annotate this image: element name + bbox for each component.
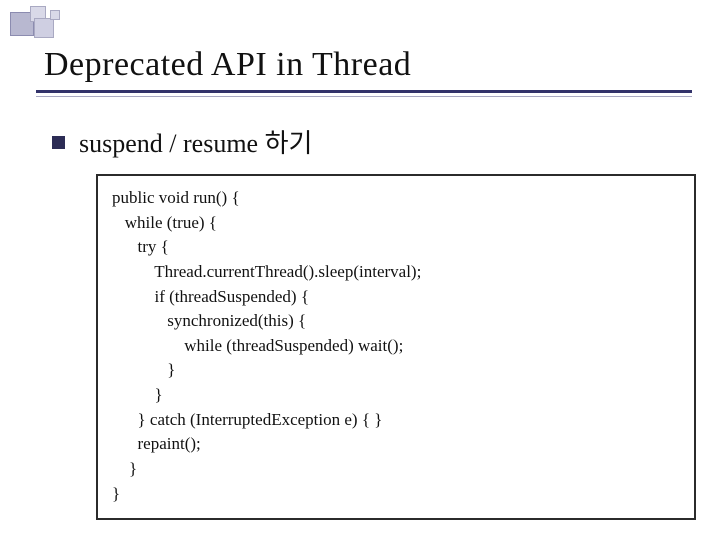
code-line: Thread.currentThread().sleep(interval); xyxy=(112,262,421,281)
code-line: public void run() { xyxy=(112,188,240,207)
rule-thin xyxy=(36,96,692,97)
code-line: synchronized(this) { xyxy=(112,311,306,330)
code-line: while (threadSuspended) wait(); xyxy=(112,336,403,355)
code-line: if (threadSuspended) { xyxy=(112,287,309,306)
code-line: while (true) { xyxy=(112,213,217,232)
slide-title: Deprecated API in Thread xyxy=(44,46,684,84)
code-line: } catch (InterruptedException e) { } xyxy=(112,410,382,429)
rule-thick xyxy=(36,90,692,93)
code-content: public void run() { while (true) { try {… xyxy=(112,186,680,506)
code-line: } xyxy=(112,385,163,404)
title-underline xyxy=(36,90,692,97)
bullet-square-icon xyxy=(52,136,65,149)
bullet-item: suspend / resume 하기 xyxy=(52,123,684,160)
code-line: } xyxy=(112,484,120,503)
code-line: repaint(); xyxy=(112,434,201,453)
code-line: try { xyxy=(112,237,169,256)
bullet-text: suspend / resume 하기 xyxy=(79,123,312,160)
slide-content: Deprecated API in Thread suspend / resum… xyxy=(0,0,720,540)
code-box: public void run() { while (true) { try {… xyxy=(96,174,696,520)
code-line: } xyxy=(112,360,175,379)
code-line: } xyxy=(112,459,137,478)
